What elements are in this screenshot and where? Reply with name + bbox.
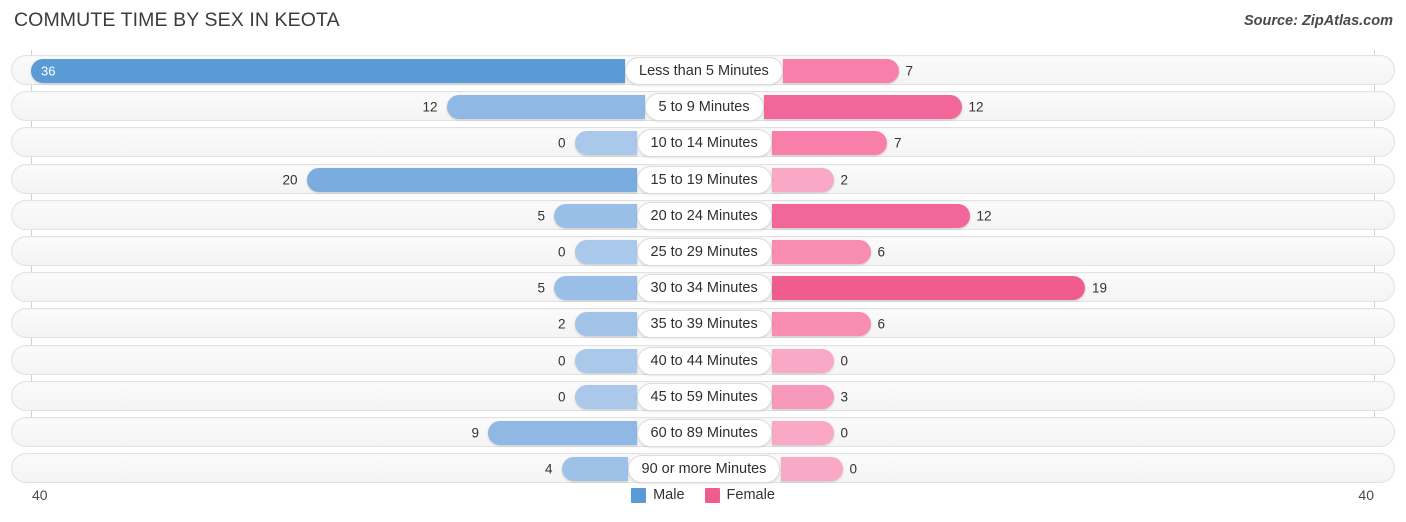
chart-legend: Male Female: [11, 487, 1395, 503]
bar-value-male: 20: [282, 172, 298, 188]
table-row: 12 12 5 to 9 Minutes: [11, 91, 1395, 122]
chart-plot-area: 36 7 Less than 5 Minutes 12 12 5 to 9 Minutes…: [11, 50, 1395, 487]
bar-female: [771, 131, 887, 156]
bar-value-female: 7: [905, 63, 914, 79]
bar-male: [554, 203, 637, 228]
legend-item-male[interactable]: Male: [631, 487, 685, 503]
table-row: 5 12 20 to 24 Minutes: [11, 199, 1395, 230]
bar-female: [771, 167, 834, 192]
bar-female: [771, 203, 970, 228]
bar-female: [771, 348, 834, 373]
bar-female: [780, 457, 843, 482]
bar-male: [554, 276, 637, 301]
table-row: 0 0 40 to 44 Minutes: [11, 344, 1395, 375]
bar-value-male: 2: [557, 316, 566, 332]
bar-female: [771, 240, 871, 264]
category-label: 30 to 34 Minutes: [636, 274, 772, 303]
bar-female: [771, 276, 1085, 301]
table-row: 20 2 15 to 19 Minutes: [11, 163, 1395, 194]
category-label: 35 to 39 Minutes: [636, 310, 772, 339]
bar-value-male: 0: [557, 389, 566, 405]
bar-value-female: 12: [976, 208, 992, 224]
bar-male: [574, 384, 637, 409]
bar-value-female: 2: [840, 172, 849, 188]
chart-header: COMMUTE TIME BY SEX IN KEOTA Source: Zip…: [0, 0, 1406, 46]
bar-value-female: 12: [968, 99, 984, 115]
category-label: 40 to 44 Minutes: [636, 346, 772, 375]
bar-value-male: 4: [544, 461, 553, 477]
legend-label: Female: [726, 487, 775, 503]
legend-swatch-icon: [631, 487, 647, 503]
bar-value-female: 0: [849, 461, 858, 477]
table-row: 9 0 60 to 89 Minutes: [11, 417, 1395, 447]
legend-item-female[interactable]: Female: [704, 487, 775, 503]
table-row: 0 3 45 to 59 Minutes: [11, 380, 1395, 411]
bar-value-male: 9: [471, 425, 479, 441]
bar-female: [771, 384, 834, 409]
category-label: 90 or more Minutes: [627, 455, 781, 484]
source-label: Source: ZipAtlas.com: [1243, 13, 1393, 29]
table-row: 36 7 Less than 5 Minutes: [11, 55, 1395, 85]
bar-male: [446, 95, 645, 120]
bar-male: [488, 421, 637, 445]
category-label: 25 to 29 Minutes: [636, 238, 772, 266]
bar-value-female: 6: [877, 244, 886, 260]
category-label: Less than 5 Minutes: [625, 57, 783, 85]
bar-value-female: 7: [894, 135, 902, 151]
bar-value-male: 0: [557, 244, 566, 260]
table-row: 4 0 90 or more Minutes: [11, 453, 1395, 484]
table-row: 5 19 30 to 34 Minutes: [11, 272, 1395, 303]
bar-value-female: 19: [1092, 280, 1108, 296]
bar-female: [783, 59, 899, 83]
bar-male: [561, 457, 628, 482]
bar-value-female: 0: [840, 425, 849, 441]
bar-male: 36: [31, 59, 625, 83]
chart-footer: 40 40 Male Female: [11, 482, 1395, 522]
bar-female: [771, 421, 834, 445]
bar-value-female: 6: [877, 316, 886, 332]
bar-male: [574, 312, 637, 337]
category-label: 15 to 19 Minutes: [636, 165, 772, 194]
bar-value-male: 0: [557, 353, 566, 369]
category-label: 10 to 14 Minutes: [636, 129, 772, 158]
bar-male: [574, 240, 637, 264]
bar-value-male: 0: [557, 135, 566, 151]
bar-value-male: 36: [41, 63, 56, 79]
category-label: 45 to 59 Minutes: [636, 382, 772, 411]
bar-value-male: 5: [537, 280, 545, 296]
legend-swatch-icon: [704, 487, 720, 503]
page-title: COMMUTE TIME BY SEX IN KEOTA: [14, 9, 340, 31]
table-row: 2 6 35 to 39 Minutes: [11, 308, 1395, 339]
category-label: 5 to 9 Minutes: [644, 93, 764, 122]
table-row: 0 7 10 to 14 Minutes: [11, 127, 1395, 158]
bar-male: [574, 131, 637, 156]
bar-value-female: 0: [840, 353, 849, 369]
bar-female: [763, 95, 962, 120]
bar-value-male: 5: [537, 208, 545, 224]
bar-male: [574, 348, 637, 373]
category-label: 20 to 24 Minutes: [636, 201, 772, 230]
table-row: 0 6 25 to 29 Minutes: [11, 236, 1395, 266]
bar-female: [771, 312, 871, 337]
bar-value-male: 12: [422, 99, 438, 115]
bar-male: [306, 167, 637, 192]
category-label: 60 to 89 Minutes: [636, 419, 772, 447]
legend-label: Male: [653, 487, 685, 503]
bar-value-female: 3: [840, 389, 849, 405]
